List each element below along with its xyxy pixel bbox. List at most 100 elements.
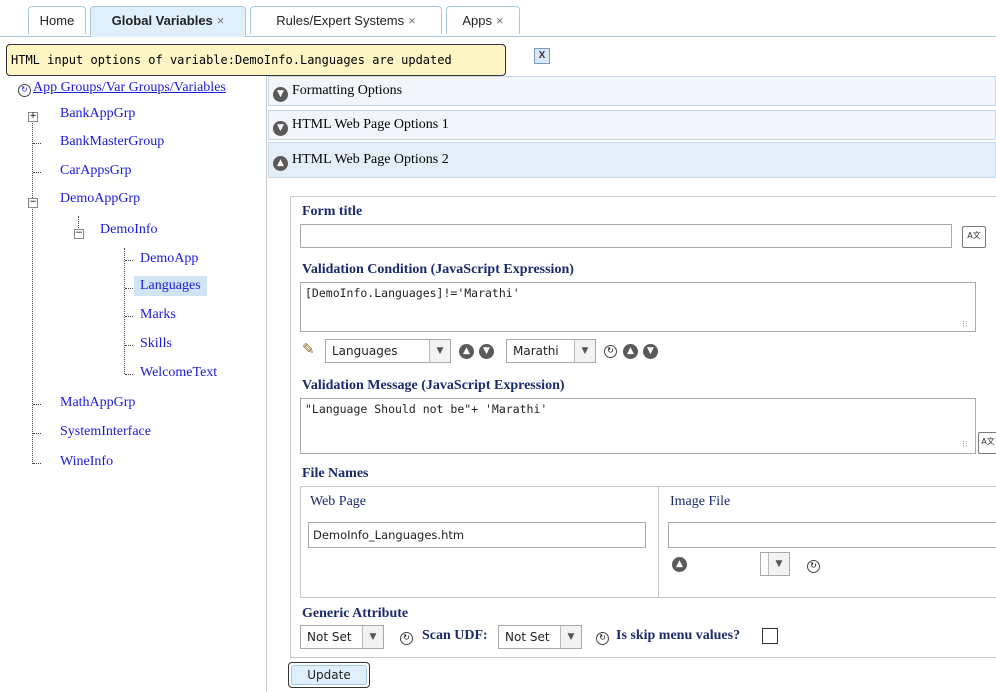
tree-item-demoappgrp[interactable]: DemoAppGrp <box>60 191 140 207</box>
chevron-down-icon: ▼ <box>273 87 288 102</box>
skip-menu-checkbox[interactable] <box>762 628 778 644</box>
tree-divider <box>266 76 267 692</box>
image-file-input[interactable] <box>668 522 996 548</box>
variable-select-value: Languages <box>332 344 398 358</box>
tree-item-demoinfo[interactable]: DemoInfo <box>100 222 158 238</box>
form-title-label: Form title <box>302 204 363 219</box>
notification-close-button[interactable]: X <box>534 48 550 64</box>
tab-apps-label: Apps <box>462 13 493 28</box>
generic-attribute-value: Not Set <box>307 630 352 644</box>
collapse-icon[interactable]: − <box>74 229 84 239</box>
file-names-divider <box>658 486 659 598</box>
move-down-icon[interactable]: ▼ <box>643 344 658 359</box>
generic-attribute-label: Generic Attribute <box>302 606 409 621</box>
tree-item-bankmastergroup[interactable]: BankMasterGroup <box>60 134 164 150</box>
close-icon[interactable]: × <box>496 13 504 28</box>
scan-udf-label: Scan UDF: <box>422 628 488 643</box>
form-title-input[interactable] <box>300 224 952 248</box>
scan-udf-select[interactable]: Not Set ▼ <box>498 625 582 649</box>
tab-rules-label: Rules/Expert Systems <box>276 13 405 28</box>
tree-connector <box>125 374 133 375</box>
resize-grip-icon[interactable]: ⁝⁝ <box>962 320 968 330</box>
chevron-down-icon: ▼ <box>429 340 450 362</box>
tree-connector <box>124 248 125 374</box>
tree-item-carappsgrp[interactable]: CarAppsGrp <box>60 163 132 179</box>
web-page-input[interactable]: DemoInfo_Languages.htm <box>308 522 646 548</box>
file-names-label: File Names <box>302 466 369 481</box>
tree-item-languages[interactable]: Languages <box>134 276 207 296</box>
tree-item-bankappgrp[interactable]: BankAppGrp <box>60 106 135 122</box>
accordion-html-web-page-options-1[interactable]: ▼ HTML Web Page Options 1 <box>268 110 996 140</box>
update-button-label: Update <box>291 665 367 685</box>
accordion-web2-label: HTML Web Page Options 2 <box>292 152 449 167</box>
tree-item-skills[interactable]: Skills <box>140 336 172 352</box>
tree-item-marks[interactable]: Marks <box>140 307 176 323</box>
tree-item-demoapp[interactable]: DemoApp <box>140 251 198 267</box>
scan-udf-value: Not Set <box>505 630 550 644</box>
value-select-value: Marathi <box>513 344 559 358</box>
expand-icon[interactable]: + <box>28 112 38 122</box>
validation-message-label: Validation Message (JavaScript Expressio… <box>302 378 565 393</box>
tab-apps[interactable]: Apps × <box>446 6 520 34</box>
skip-menu-label: Is skip menu values? <box>616 628 741 643</box>
chevron-down-icon: ▼ <box>273 121 288 136</box>
accordion-web1-label: HTML Web Page Options 1 <box>292 117 449 132</box>
tree-connector <box>32 118 33 464</box>
tree-connector <box>125 345 133 346</box>
variable-tree: ↻ App Groups/Var Groups/Variables + BankA… <box>0 76 260 692</box>
variable-select[interactable]: Languages ▼ <box>325 339 451 363</box>
move-down-icon[interactable]: ▼ <box>479 344 494 359</box>
tab-global-variables[interactable]: Global Variables × <box>90 6 246 37</box>
accordion-formatting-options[interactable]: ▼ Formatting Options <box>268 76 996 106</box>
validation-message-textarea[interactable]: "Language Should not be"+ 'Marathi' <box>300 398 976 454</box>
tree-root[interactable]: ↻ App Groups/Var Groups/Variables <box>18 80 226 97</box>
tree-connector <box>125 260 133 261</box>
refresh-icon[interactable]: ↻ <box>18 84 31 97</box>
chevron-up-icon: ▲ <box>273 156 288 171</box>
chevron-down-icon: ▼ <box>560 626 581 648</box>
translate-icon[interactable]: A文 <box>978 432 996 454</box>
collapse-icon[interactable]: − <box>28 198 38 208</box>
image-file-select[interactable]: ▼ <box>760 552 790 576</box>
close-icon[interactable]: × <box>217 13 225 28</box>
tab-home-label: Home <box>39 13 75 28</box>
web-page-label: Web Page <box>310 494 367 509</box>
chevron-down-icon: ▼ <box>574 340 595 362</box>
tree-connector <box>33 463 41 464</box>
refresh-icon[interactable]: ↻ <box>807 560 820 573</box>
update-button[interactable]: Update <box>288 662 370 688</box>
tree-item-mathappgrp[interactable]: MathAppGrp <box>60 395 135 411</box>
chevron-down-icon: ▼ <box>362 626 383 648</box>
tree-connector <box>33 172 41 173</box>
move-up-icon[interactable]: ▲ <box>623 344 638 359</box>
validation-condition-label: Validation Condition (JavaScript Express… <box>302 262 574 277</box>
tree-connector <box>33 143 41 144</box>
tab-global-variables-label: Global Variables <box>111 13 213 28</box>
generic-attribute-select[interactable]: Not Set ▼ <box>300 625 384 649</box>
tree-item-wineinfo[interactable]: WineInfo <box>60 454 113 470</box>
move-up-icon[interactable]: ▲ <box>459 344 474 359</box>
pencil-icon[interactable]: ✎ <box>302 340 315 358</box>
tab-rules-expert-systems[interactable]: Rules/Expert Systems × <box>250 6 442 34</box>
accordion-html-web-page-options-2[interactable]: ▲ HTML Web Page Options 2 <box>268 142 996 178</box>
translate-icon[interactable]: A文 <box>962 226 986 248</box>
tree-connector <box>33 433 41 434</box>
refresh-icon[interactable]: ↻ <box>604 345 617 358</box>
resize-grip-icon[interactable]: ⁝⁝ <box>962 440 968 450</box>
tree-connector <box>125 316 133 317</box>
refresh-icon[interactable]: ↻ <box>596 632 609 645</box>
refresh-icon[interactable]: ↻ <box>400 632 413 645</box>
image-file-label: Image File <box>670 494 731 509</box>
tree-root-label: App Groups/Var Groups/Variables <box>33 80 226 95</box>
tree-item-welcometext[interactable]: WelcomeText <box>140 365 217 381</box>
move-up-icon[interactable]: ▲ <box>672 557 687 572</box>
notification-message: HTML input options of variable:DemoInfo.… <box>6 44 506 76</box>
tree-connector <box>125 288 133 289</box>
tree-item-systeminterface[interactable]: SystemInterface <box>60 424 151 440</box>
tree-connector <box>33 404 41 405</box>
validation-condition-textarea[interactable]: [DemoInfo.Languages]!='Marathi' <box>300 282 976 332</box>
close-icon[interactable]: × <box>408 13 416 28</box>
tab-home[interactable]: Home <box>28 6 86 34</box>
value-select[interactable]: Marathi ▼ <box>506 339 596 363</box>
accordion-formatting-label: Formatting Options <box>292 83 403 98</box>
